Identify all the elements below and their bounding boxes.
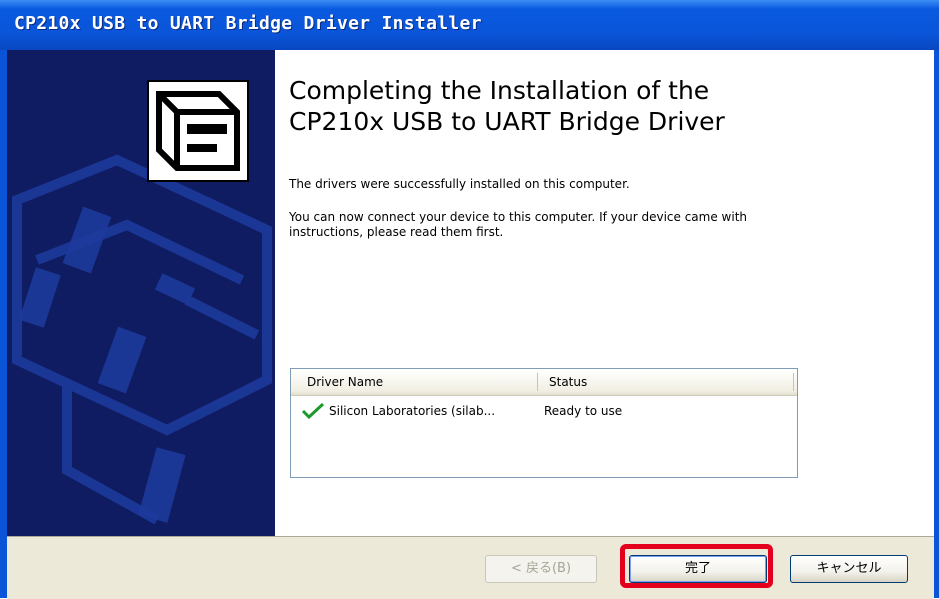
wizard-side-banner [7, 50, 275, 536]
driver-list-header: Driver Name Status [291, 369, 797, 396]
button-bar: < 戻る(B) 完了 キャンセル [7, 536, 934, 599]
banner-graphic [12, 80, 272, 525]
hardware-icon [147, 80, 249, 182]
page-title-line1: Completing the Installation of the [289, 76, 710, 105]
page-title-line2: CP210x USB to UART Bridge Driver [289, 107, 725, 136]
window-border-left [0, 50, 7, 598]
window-title: CP210x USB to UART Bridge Driver Install… [14, 13, 482, 34]
cancel-button[interactable]: キャンセル [790, 555, 908, 583]
finish-button[interactable]: 完了 [629, 555, 767, 583]
column-header-driver-name[interactable]: Driver Name [307, 369, 383, 395]
green-check-icon [301, 402, 325, 425]
window-border-right [934, 50, 939, 598]
driver-status-cell: Ready to use [544, 404, 623, 418]
back-button[interactable]: < 戻る(B) [485, 555, 597, 583]
column-header-status[interactable]: Status [549, 369, 587, 395]
table-row[interactable]: Silicon Laboratories (silab... Ready to … [291, 401, 797, 421]
page-title: Completing the Installation of the CP210… [289, 75, 889, 137]
title-bar[interactable]: CP210x USB to UART Bridge Driver Install… [0, 0, 939, 50]
installer-window: CP210x USB to UART Bridge Driver Install… [0, 0, 939, 599]
column-divider[interactable] [793, 373, 794, 391]
instructions-message: You can now connect your device to this … [289, 210, 747, 239]
driver-name-cell: Silicon Laboratories (silab... [329, 404, 496, 418]
column-divider[interactable] [537, 373, 538, 391]
success-message: The drivers were successfully installed … [289, 177, 630, 191]
wizard-content: Completing the Installation of the CP210… [275, 50, 934, 536]
driver-list[interactable]: Driver Name Status Silicon Laboratories … [290, 368, 798, 478]
